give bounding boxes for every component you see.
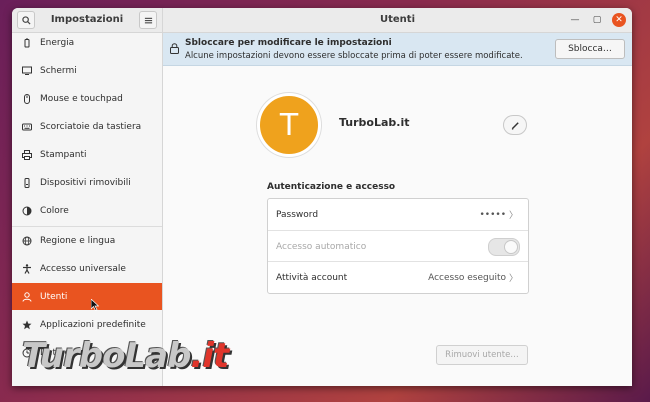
edit-name-button[interactable] xyxy=(503,115,527,135)
sidebar-item-stampanti[interactable]: Stampanti xyxy=(12,141,162,168)
keyboard-icon xyxy=(22,122,32,132)
avatar[interactable]: T xyxy=(257,93,321,157)
sidebar-item-label: Utenti xyxy=(40,291,68,302)
sidebar-item-mouse[interactable]: Mouse e touchpad xyxy=(12,85,162,112)
color-icon xyxy=(22,206,32,216)
password-row[interactable]: Password ••••• 〉 xyxy=(268,199,528,230)
autologin-row: Accesso automatico xyxy=(268,231,528,262)
sidebar-item-label: Mouse e touchpad xyxy=(40,93,123,104)
sidebar-item-energia[interactable]: Energia xyxy=(12,33,162,56)
maximize-icon: ▢ xyxy=(592,15,602,25)
account-activity-row[interactable]: Attività account Accesso eseguito 〉 xyxy=(268,262,528,293)
password-label: Password xyxy=(276,209,319,220)
chevron-right-icon: 〉 xyxy=(508,211,518,221)
sidebar-header: Impostazioni xyxy=(12,8,163,33)
mouse-icon xyxy=(22,93,32,104)
settings-window: Impostazioni Utenti — ▢ ✕ Energia Scherm… xyxy=(12,8,632,386)
accessibility-icon xyxy=(22,263,32,274)
sidebar-item-applicazioni[interactable]: Applicazioni predefinite xyxy=(12,311,162,338)
toggle-knob xyxy=(504,240,518,254)
user-name: TurboLab.it xyxy=(339,116,410,129)
pencil-icon xyxy=(511,121,519,130)
activity-value: Accesso eseguito xyxy=(428,272,506,283)
content-header: Utenti — ▢ ✕ xyxy=(163,8,632,33)
page-title: Utenti xyxy=(379,14,415,25)
search-icon xyxy=(21,15,31,25)
sidebar-item-accesso-universale[interactable]: Accesso universale xyxy=(12,255,162,282)
auth-section-title: Autenticazione e accesso xyxy=(267,182,396,192)
autologin-label: Accesso automatico xyxy=(276,241,367,252)
menu-button[interactable] xyxy=(139,11,157,29)
sidebar-item-scorciatoie[interactable]: Scorciatoie da tastiera xyxy=(12,113,162,140)
locked-infobar: Sbloccare per modificare le impostazioni… xyxy=(163,33,632,66)
sidebar: Energia Schermi Mouse e touchpad Scorcia… xyxy=(12,33,163,386)
minimize-icon: — xyxy=(570,15,580,25)
star-icon xyxy=(22,320,32,330)
password-value: ••••• xyxy=(479,209,506,220)
sidebar-item-schermi[interactable]: Schermi xyxy=(12,57,162,84)
hamburger-icon xyxy=(144,17,152,23)
sidebar-item-label: Applicazioni predefinite xyxy=(40,319,146,330)
autologin-toggle[interactable] xyxy=(488,238,520,256)
globe-icon xyxy=(22,236,32,246)
sidebar-item-label: Stampanti xyxy=(40,149,87,160)
sidebar-item-regione[interactable]: Regione e lingua xyxy=(12,227,162,254)
sidebar-item-label: Dispositivi rimovibili xyxy=(40,177,131,188)
sidebar-item-label: Regione e lingua xyxy=(40,235,116,246)
display-icon xyxy=(22,66,32,76)
mouse-pointer-icon xyxy=(91,299,99,311)
sidebar-title: Impostazioni xyxy=(50,14,124,25)
user-icon xyxy=(22,291,32,302)
lock-icon xyxy=(170,43,179,54)
sidebar-item-label: Schermi xyxy=(40,65,77,76)
turbolab-watermark: TurboLab.it xyxy=(22,336,229,376)
sidebar-item-dispositivi[interactable]: Dispositivi rimovibili xyxy=(12,169,162,196)
remove-user-button[interactable]: Rimuovi utente… xyxy=(436,345,528,365)
battery-icon xyxy=(22,38,32,48)
search-button[interactable] xyxy=(17,11,35,29)
sidebar-item-label: Accesso universale xyxy=(40,263,126,274)
sidebar-item-utenti[interactable]: Utenti xyxy=(12,283,162,310)
maximize-button[interactable]: ▢ xyxy=(590,13,604,27)
close-button[interactable]: ✕ xyxy=(612,13,626,27)
sidebar-item-colore[interactable]: Colore xyxy=(12,197,162,224)
sidebar-item-label: Colore xyxy=(40,205,69,216)
chevron-right-icon: 〉 xyxy=(508,274,518,284)
usb-drive-icon xyxy=(22,177,32,188)
infobar-title: Sbloccare per modificare le impostazioni xyxy=(185,38,392,48)
sidebar-item-label: Energia xyxy=(40,37,75,48)
printer-icon xyxy=(22,149,32,160)
unlock-button[interactable]: Sblocca… xyxy=(555,39,625,59)
auth-list: Password ••••• 〉 Accesso automatico Atti… xyxy=(267,198,529,294)
activity-label: Attività account xyxy=(276,272,348,283)
close-icon: ✕ xyxy=(615,15,623,25)
infobar-subtitle: Alcune impostazioni devono essere sblocc… xyxy=(185,51,523,61)
minimize-button[interactable]: — xyxy=(568,13,582,27)
sidebar-item-label: Scorciatoie da tastiera xyxy=(40,121,142,132)
